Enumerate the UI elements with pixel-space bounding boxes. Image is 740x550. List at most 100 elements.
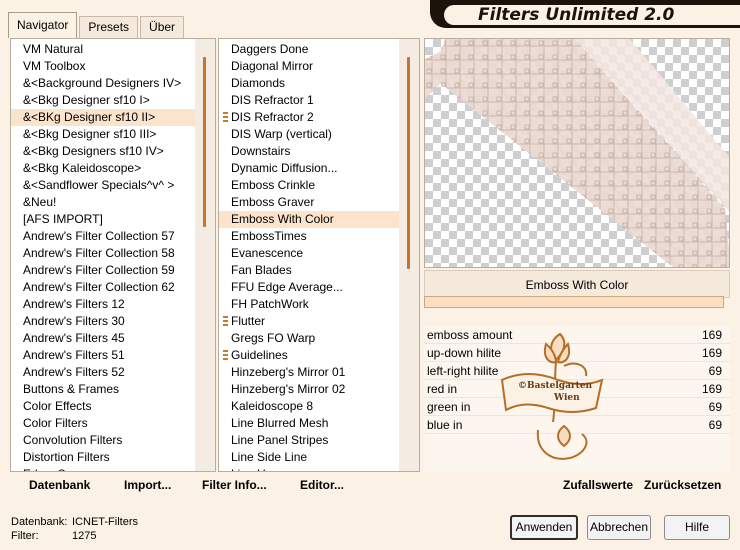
filter-item[interactable]: Hinzeberg's Mirror 02 <box>219 381 399 398</box>
filter-item-label: Line Ups <box>231 467 278 471</box>
filter-item-label: Hinzeberg's Mirror 02 <box>231 382 346 396</box>
filter-list[interactable]: Daggers Done Diagonal Mirror Diamonds DIS R… <box>218 38 420 472</box>
category-item[interactable]: &<Bkg Designers sf10 IV> <box>11 143 195 160</box>
category-item[interactable]: Color Effects <box>11 398 195 415</box>
category-item[interactable]: [AFS IMPORT] <box>11 211 195 228</box>
parameter-value: 69 <box>708 364 722 378</box>
category-item[interactable]: &<Bkg Designer sf10 III> <box>11 126 195 143</box>
filter-info-link[interactable]: Filter Info... <box>202 478 267 492</box>
filter-marker-icon <box>223 112 228 123</box>
category-item[interactable]: Andrew's Filter Collection 59 <box>11 262 195 279</box>
filter-scrollbar[interactable] <box>399 39 419 471</box>
parameter-value: 69 <box>708 400 722 414</box>
filter-item-label: Emboss Crinkle <box>231 178 316 192</box>
help-button[interactable]: Hilfe <box>664 515 730 540</box>
app-title: Filters Unlimited 2.0 <box>444 5 740 25</box>
bastelgarten-logo: ©Bastelgarten Wien <box>498 322 608 470</box>
category-item[interactable]: Andrew's Filter Collection 57 <box>11 228 195 245</box>
filter-item[interactable]: Line Panel Stripes <box>219 432 399 449</box>
random-values-link[interactable]: Zufallswerte <box>563 478 633 492</box>
filter-item-label: FFU Edge Average... <box>231 280 343 294</box>
filter-item[interactable]: Diamonds <box>219 75 399 92</box>
filter-count-value: 1275 <box>72 530 97 542</box>
filter-items: Daggers Done Diagonal Mirror Diamonds DIS R… <box>219 41 399 471</box>
filter-item[interactable]: Downstairs <box>219 143 399 160</box>
category-item[interactable]: VM Toolbox <box>11 58 195 75</box>
filter-item[interactable]: Evanescence <box>219 245 399 262</box>
filter-item[interactable]: Fan Blades <box>219 262 399 279</box>
filter-item[interactable]: Flutter <box>219 313 399 330</box>
reset-link[interactable]: Zurücksetzen <box>644 478 721 492</box>
category-items: VM Natural VM Toolbox &<Background Designe… <box>11 41 195 471</box>
category-scroll-thumb[interactable] <box>203 57 206 227</box>
filter-item-label: Hinzeberg's Mirror 01 <box>231 365 346 379</box>
filter-marker-icon <box>223 316 228 327</box>
filter-item[interactable]: Guidelines <box>219 347 399 364</box>
cancel-button[interactable]: Abbrechen <box>587 515 651 540</box>
filter-item[interactable]: FFU Edge Average... <box>219 279 399 296</box>
filter-item[interactable]: DIS Warp (vertical) <box>219 126 399 143</box>
apply-button[interactable]: Anwenden <box>510 515 578 540</box>
filter-item[interactable]: FH PatchWork <box>219 296 399 313</box>
filter-item-label: Evanescence <box>231 246 304 260</box>
filter-item-label: DIS Warp (vertical) <box>231 127 332 141</box>
category-item[interactable]: Andrew's Filters 45 <box>11 330 195 347</box>
filter-item[interactable]: Emboss With Color <box>219 211 399 228</box>
editor-link[interactable]: Editor... <box>300 478 344 492</box>
filter-item[interactable]: Emboss Crinkle <box>219 177 399 194</box>
category-list[interactable]: VM Natural VM Toolbox &<Background Designe… <box>10 38 216 472</box>
category-item[interactable]: VM Natural <box>11 41 195 58</box>
filter-item[interactable]: DIS Refractor 1 <box>219 92 399 109</box>
filter-item[interactable]: Line Blurred Mesh <box>219 415 399 432</box>
category-item[interactable]: Distortion Filters <box>11 449 195 466</box>
filter-item-label: Emboss Graver <box>231 195 315 209</box>
database-value: ICNET-Filters <box>72 516 138 528</box>
category-item[interactable]: &<Sandflower Specials^v^ > <box>11 177 195 194</box>
filter-count-label: Filter: <box>11 530 39 542</box>
category-item[interactable]: &<Bkg Designer sf10 I> <box>11 92 195 109</box>
filter-item[interactable]: EmbossTimes <box>219 228 399 245</box>
filter-item[interactable]: Daggers Done <box>219 41 399 58</box>
filter-item[interactable]: Line Side Line <box>219 449 399 466</box>
parameter-label: left-right hilite <box>427 364 499 378</box>
category-item[interactable]: Andrew's Filters 52 <box>11 364 195 381</box>
filter-marker-icon <box>223 350 228 361</box>
category-item[interactable]: &<Background Designers IV> <box>11 75 195 92</box>
tab-presets[interactable]: Presets <box>79 16 139 38</box>
filter-item-label: Dynamic Diffusion... <box>231 161 338 175</box>
filter-item-label: Line Side Line <box>231 450 308 464</box>
preview-artwork <box>425 39 729 267</box>
import-link[interactable]: Import... <box>124 478 171 492</box>
category-item[interactable]: &<BKg Designer sf10 II> <box>11 109 195 126</box>
tab-uber[interactable]: Über <box>140 16 185 38</box>
category-item[interactable]: Edge, Square <box>11 466 195 471</box>
filter-item[interactable]: Emboss Graver <box>219 194 399 211</box>
category-item[interactable]: Andrew's Filter Collection 62 <box>11 279 195 296</box>
filter-item[interactable]: Line Ups <box>219 466 399 471</box>
filter-item[interactable]: Hinzeberg's Mirror 01 <box>219 364 399 381</box>
category-item[interactable]: Convolution Filters <box>11 432 195 449</box>
category-item[interactable]: Andrew's Filter Collection 58 <box>11 245 195 262</box>
filter-item-label: Diamonds <box>231 76 286 90</box>
category-item[interactable]: &<Bkg Kaleidoscope> <box>11 160 195 177</box>
category-item[interactable]: Color Filters <box>11 415 195 432</box>
category-item[interactable]: Andrew's Filters 12 <box>11 296 195 313</box>
category-item[interactable]: Buttons & Frames <box>11 381 195 398</box>
filter-item-label: Gregs FO Warp <box>231 331 316 345</box>
category-scrollbar[interactable] <box>195 39 215 471</box>
category-item[interactable]: &Neu! <box>11 194 195 211</box>
parameter-value: 169 <box>701 382 722 396</box>
filter-item-label: Fan Blades <box>231 263 292 277</box>
filter-item[interactable]: Dynamic Diffusion... <box>219 160 399 177</box>
filter-item-label: Line Panel Stripes <box>231 433 329 447</box>
filter-item[interactable]: Gregs FO Warp <box>219 330 399 347</box>
category-item[interactable]: Andrew's Filters 30 <box>11 313 195 330</box>
filter-item[interactable]: Diagonal Mirror <box>219 58 399 75</box>
filter-scroll-thumb[interactable] <box>407 57 410 269</box>
filter-item[interactable]: Kaleidoscope 8 <box>219 398 399 415</box>
database-link[interactable]: Datenbank <box>29 478 90 492</box>
parameter-label: up-down hilite <box>427 346 502 360</box>
tab-navigator[interactable]: Navigator <box>8 12 78 38</box>
filter-item[interactable]: DIS Refractor 2 <box>219 109 399 126</box>
category-item[interactable]: Andrew's Filters 51 <box>11 347 195 364</box>
